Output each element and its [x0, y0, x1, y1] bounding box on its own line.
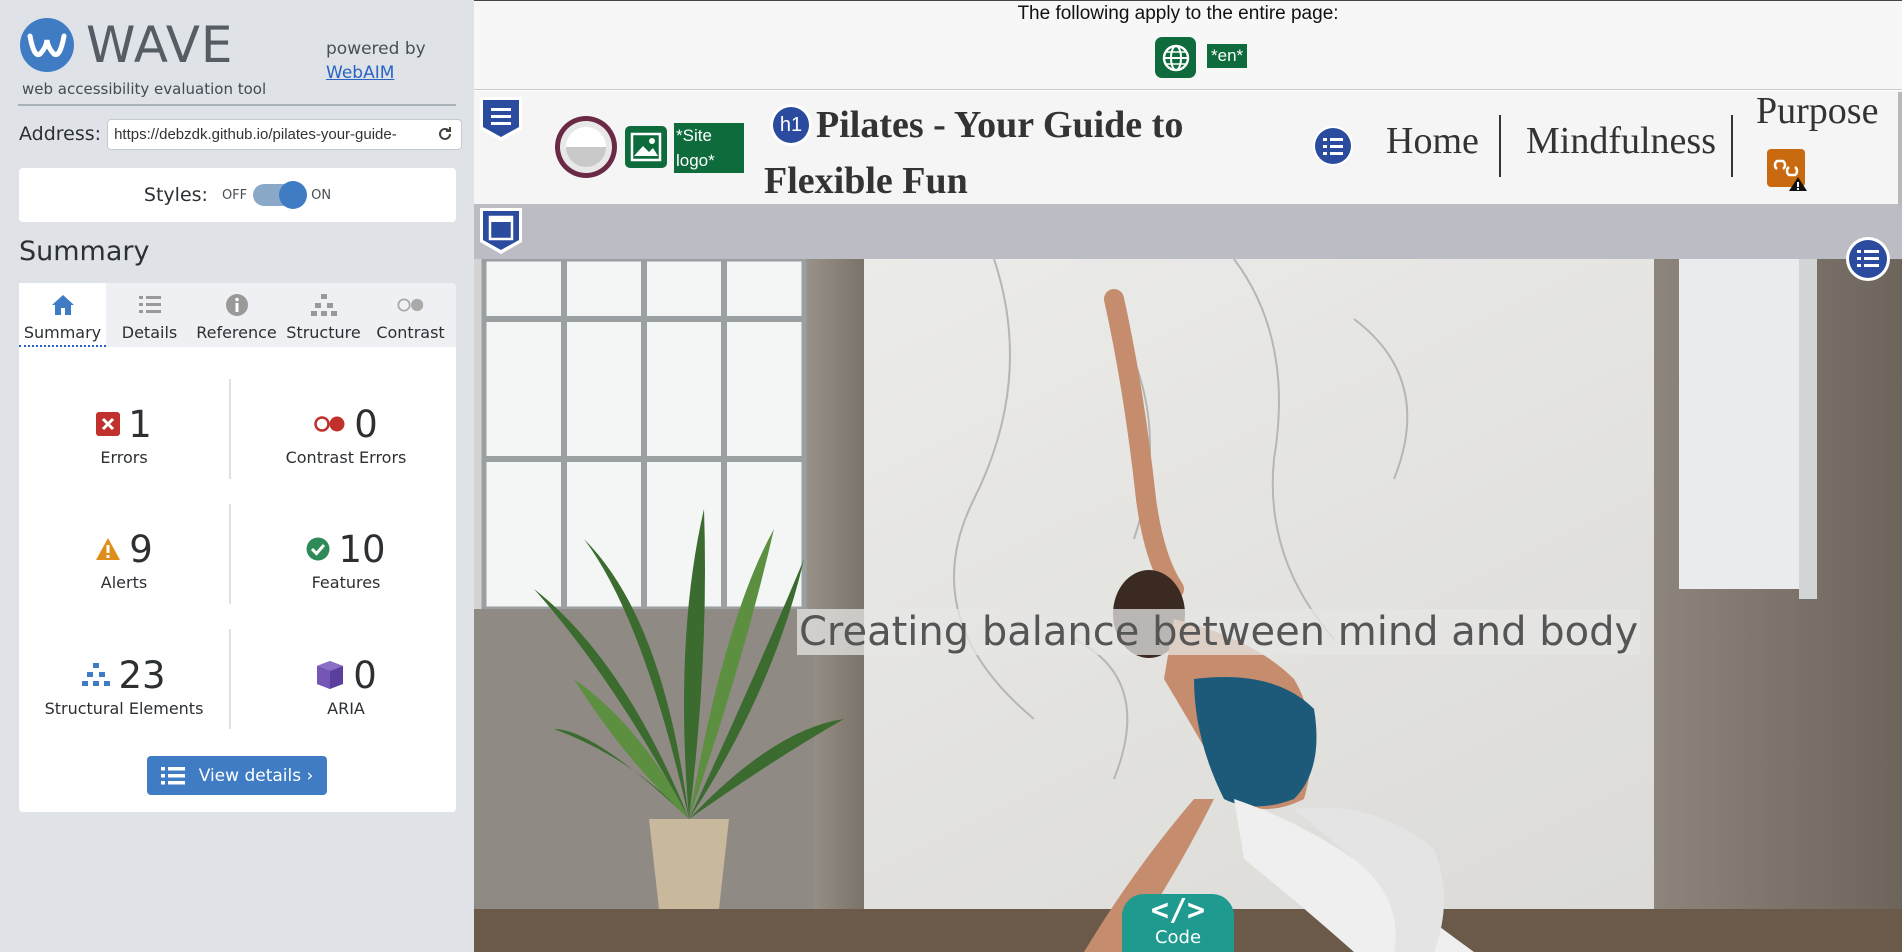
powered-by-text: powered by	[326, 39, 426, 59]
address-label: Address:	[19, 123, 102, 145]
alerts-count: 9	[129, 527, 153, 571]
divider	[229, 504, 231, 604]
redundant-link-alert-icon[interactable]	[1765, 147, 1811, 193]
tab-label: Reference	[196, 323, 277, 342]
language-tag: *en*	[1207, 44, 1248, 68]
nav-mindfulness[interactable]: Mindfulness	[1526, 119, 1716, 163]
tab-label: Contrast	[376, 323, 445, 342]
tab-label: Summary	[23, 323, 102, 342]
alerts-label: Alerts	[100, 573, 148, 592]
divider	[229, 629, 231, 729]
tab-label: Details	[121, 323, 178, 342]
address-value[interactable]: https://debzdk.github.io/pilates-your-gu…	[114, 126, 435, 143]
stat-features[interactable]: 10 Features	[241, 527, 451, 592]
hero-caption: Creating balance between mind and body	[797, 609, 1641, 655]
stat-alerts[interactable]: 9 Alerts	[19, 527, 229, 592]
tab-label: Structure	[286, 323, 361, 342]
page-level-banner-text: The following apply to the entire page:	[1017, 3, 1339, 24]
list-feature-icon[interactable]	[1845, 236, 1891, 282]
styles-toggle-card: Styles: OFF ON	[19, 168, 456, 222]
language-feature-icon[interactable]	[1155, 37, 1196, 78]
address-row: Address: https://debzdk.github.io/pilate…	[19, 118, 463, 150]
home-icon	[49, 291, 77, 319]
main-landmark-icon[interactable]	[478, 206, 524, 256]
divider	[229, 379, 231, 479]
site-title: Pilates - Your Guide to Flexible Fun	[764, 97, 1214, 209]
stat-aria[interactable]: 0 ARIA	[241, 653, 451, 718]
contrast-error-icon	[314, 415, 346, 433]
toggle-knob[interactable]	[279, 181, 308, 209]
styles-label: Styles:	[143, 184, 208, 206]
errors-count: 1	[128, 402, 152, 446]
alert-icon	[95, 537, 121, 561]
main-section-band	[474, 204, 1902, 259]
structure-count: 23	[118, 653, 166, 697]
tab-summary[interactable]: Summary	[19, 283, 106, 347]
site-header: *Site logo* h1 Pilates - Your Guide to F…	[474, 89, 1902, 204]
tab-details[interactable]: Details	[106, 283, 193, 347]
tab-structure[interactable]: Structure	[280, 283, 367, 347]
toggle-on-label: ON	[311, 187, 332, 203]
panel-tabs: Summary Details Reference Structure Cont…	[19, 283, 456, 347]
wave-logo-icon	[20, 18, 74, 72]
nav-home[interactable]: Home	[1386, 119, 1479, 163]
feature-check-icon	[306, 537, 330, 561]
list-icon	[136, 291, 164, 319]
page-scrollbar[interactable]	[1898, 92, 1902, 207]
navigation-list-icon[interactable]	[1312, 125, 1354, 167]
hierarchy-icon	[310, 291, 338, 319]
webaim-link[interactable]: WebAIM	[326, 61, 426, 85]
evaluated-page: The following apply to the entire page: …	[474, 0, 1902, 952]
alt-text-image-icon[interactable]	[625, 126, 667, 168]
aria-label: ARIA	[327, 699, 365, 718]
aria-count: 0	[353, 653, 377, 697]
summary-heading: Summary	[19, 236, 150, 267]
wave-tagline: web accessibility evaluation tool	[22, 80, 267, 98]
stat-contrast-errors[interactable]: 0 Contrast Errors	[241, 402, 451, 468]
stat-structural-elements[interactable]: 23 Structural Elements	[19, 653, 229, 719]
code-panel-toggle[interactable]: </> Code	[1122, 894, 1234, 952]
errors-label: Errors	[100, 448, 148, 467]
view-details-label: View details ›	[198, 765, 314, 786]
info-icon	[223, 291, 251, 319]
nav-divider	[1499, 115, 1501, 177]
styles-toggle[interactable]	[253, 181, 308, 209]
tab-contrast[interactable]: Contrast	[367, 283, 454, 347]
features-count: 10	[338, 527, 386, 571]
header-landmark-icon[interactable]	[478, 95, 524, 143]
code-icon: </>	[1150, 893, 1206, 928]
contrast-icon	[396, 291, 425, 319]
code-label: Code	[1154, 927, 1202, 948]
contrast-label: Contrast Errors	[285, 448, 407, 467]
stat-errors[interactable]: 1 Errors	[19, 402, 229, 467]
site-logo-image	[555, 116, 617, 178]
address-field[interactable]: https://debzdk.github.io/pilates-your-gu…	[107, 118, 463, 150]
wave-sidebar: WAVE web accessibility evaluation tool p…	[0, 0, 474, 952]
contrast-count: 0	[354, 402, 378, 446]
wave-logo-word: WAVE	[86, 16, 234, 74]
tab-reference[interactable]: Reference	[193, 283, 280, 347]
site-title-text: Pilates - Your Guide to Flexible Fun	[764, 104, 1184, 202]
list-icon	[160, 766, 185, 784]
pilates-photo	[474, 259, 1902, 952]
view-details-button[interactable]: View details ›	[147, 756, 327, 795]
powered-by: powered by WebAIM	[326, 37, 426, 85]
structure-icon	[82, 662, 111, 688]
features-label: Features	[311, 573, 381, 592]
site-logo-alt-tag: *Site logo*	[674, 123, 744, 173]
structure-label: Structural Elements	[44, 699, 204, 718]
nav-divider	[1731, 115, 1733, 177]
toggle-off-label: OFF	[221, 187, 248, 203]
divider	[18, 104, 456, 106]
aria-cube-icon	[315, 660, 345, 690]
summary-panel: 1 Errors 0 Contrast Errors 9 Alerts 10 F…	[19, 347, 456, 812]
nav-purpose[interactable]: Purpose	[1756, 89, 1878, 133]
hero-image: Creating balance between mind and body	[474, 259, 1902, 952]
error-icon	[96, 412, 121, 436]
reload-icon[interactable]	[435, 124, 455, 144]
page-level-banner: The following apply to the entire page: …	[474, 0, 1902, 90]
